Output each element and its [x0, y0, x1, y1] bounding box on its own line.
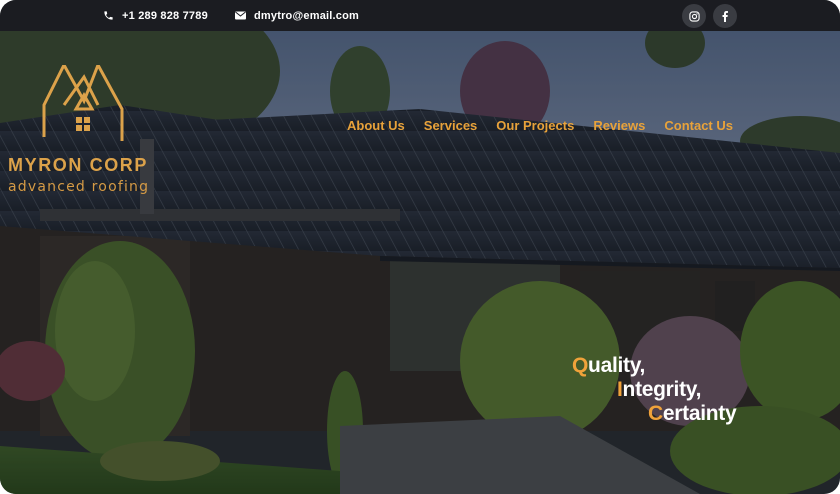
email-contact[interactable]: dmytro@email.com [235, 0, 359, 31]
nav-about-us[interactable]: About Us [347, 118, 405, 133]
main-navigation: About Us Services Our Projects Reviews C… [347, 118, 733, 133]
hero-tagline: Quality, Integrity, Certainty [572, 354, 737, 426]
page-frame: +1 289 828 7789 dmytro@email.com MYRON C… [0, 0, 840, 494]
email-address: dmytro@email.com [254, 9, 360, 22]
phone-icon [104, 11, 113, 20]
brand-logo[interactable]: MYRON CORP advanced roofing [0, 31, 175, 201]
nav-reviews[interactable]: Reviews [593, 118, 645, 133]
tagline-integrity: Integrity, [617, 378, 702, 401]
facebook-button[interactable] [713, 4, 737, 28]
instagram-icon [688, 10, 700, 22]
envelope-icon [235, 11, 246, 20]
nav-contact-us[interactable]: Contact Us [664, 118, 733, 133]
facebook-icon [722, 10, 728, 22]
phone-contact[interactable]: +1 289 828 7789 [103, 0, 208, 31]
instagram-button[interactable] [682, 4, 706, 28]
top-contact-bar: +1 289 828 7789 dmytro@email.com [0, 0, 840, 31]
tagline-quality: Quality, [572, 354, 646, 377]
tagline-certainty: Certainty [648, 402, 737, 425]
brand-name: MYRON CORP [8, 155, 149, 175]
brand-tagline: advanced roofing [8, 179, 150, 195]
phone-number: +1 289 828 7789 [122, 9, 208, 22]
nav-our-projects[interactable]: Our Projects [496, 118, 574, 133]
nav-services[interactable]: Services [424, 118, 478, 133]
